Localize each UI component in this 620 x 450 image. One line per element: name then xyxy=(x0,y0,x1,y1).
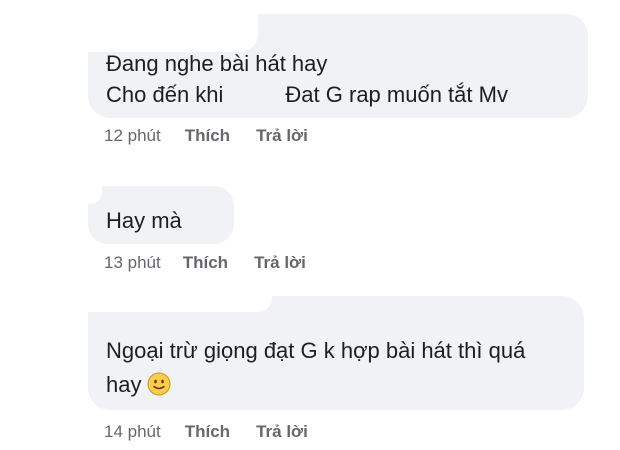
comment-text-line: hay xyxy=(106,370,171,400)
comment-timestamp: 13 phút xyxy=(104,253,161,272)
comment-thread: Đang nghe bài hát hay Cho đến khi Đat G r… xyxy=(0,0,620,450)
comment-text-line: Hay mà xyxy=(106,208,182,233)
comment-text-segment: hay xyxy=(106,372,142,397)
comment-text-line: Cho đến khi Đat G rap muốn tắt Mv xyxy=(106,80,508,110)
slightly-smiling-face-icon xyxy=(147,372,171,396)
comment-text-line: Ngoại trừ giọng đạt G k hợp bài hát thì … xyxy=(106,338,526,363)
comment-meta-3: 14 phút Thích Trả lời xyxy=(104,422,308,442)
comment-text-segment: Cho đến khi xyxy=(106,82,224,107)
comment-meta-2: 13 phút Thích Trả lời xyxy=(104,253,306,273)
comment-timestamp: 14 phút xyxy=(104,422,161,441)
like-button[interactable]: Thích xyxy=(183,253,228,273)
reply-button[interactable]: Trả lời xyxy=(256,126,308,146)
reply-button[interactable]: Trả lời xyxy=(256,422,308,442)
comment-text-segment: Đat G rap muốn tắt Mv xyxy=(285,82,508,107)
comment-text-line: Đang nghe bài hát hay xyxy=(106,51,328,76)
reply-button[interactable]: Trả lời xyxy=(254,253,306,273)
comment-meta-1: 12 phút Thích Trả lời xyxy=(104,126,308,146)
like-button[interactable]: Thích xyxy=(185,126,230,146)
comment-timestamp: 12 phút xyxy=(104,126,161,145)
like-button[interactable]: Thích xyxy=(185,422,230,442)
